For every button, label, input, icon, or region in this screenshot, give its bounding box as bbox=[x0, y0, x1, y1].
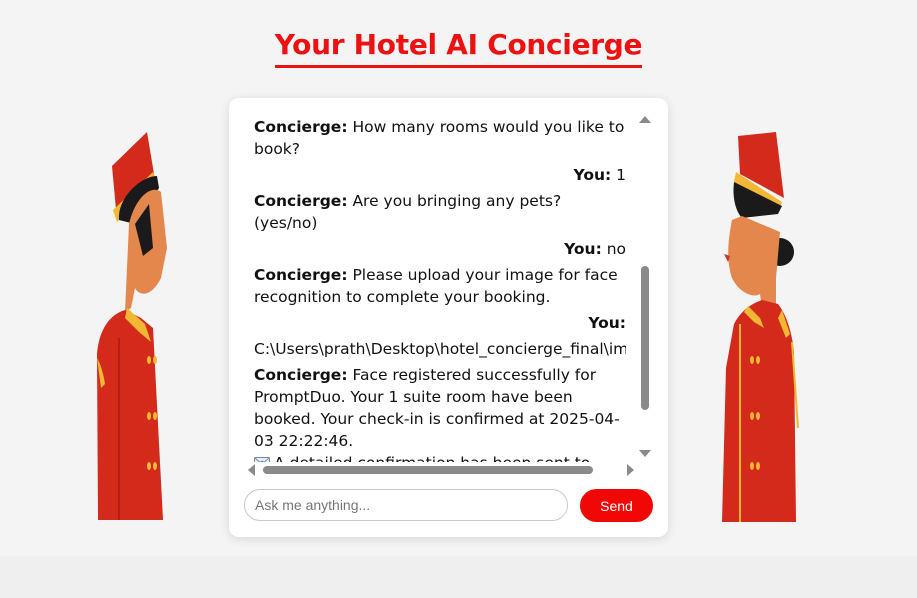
scroll-right-arrow-icon[interactable] bbox=[627, 464, 634, 476]
message-speaker: Concierge: bbox=[254, 266, 348, 284]
scroll-down-arrow-icon[interactable] bbox=[639, 450, 651, 457]
chat-vertical-scrollbar[interactable] bbox=[638, 112, 652, 460]
chat-message-user: You: no bbox=[254, 238, 626, 260]
message-speaker: You: bbox=[573, 166, 612, 184]
message-text: 1 bbox=[611, 166, 626, 184]
message-speaker: Concierge: bbox=[254, 118, 348, 136]
page-footer-band bbox=[0, 556, 917, 598]
concierge-illustration-left bbox=[97, 132, 167, 520]
chat-message-user: You: 1 bbox=[254, 164, 626, 186]
chat-message-bot: Concierge: How many rooms would you like… bbox=[254, 116, 626, 160]
message-speaker: You: bbox=[588, 314, 626, 332]
message-text: C:\Users\prath\Desktop\hotel_concierge_f… bbox=[254, 340, 626, 358]
message-speaker: Concierge: bbox=[254, 192, 348, 210]
chat-log[interactable]: Concierge: How many rooms would you like… bbox=[254, 116, 626, 462]
scroll-up-arrow-icon[interactable] bbox=[639, 116, 651, 123]
chat-message-user-path: C:\Users\prath\Desktop\hotel_concierge_f… bbox=[254, 338, 626, 360]
message-text: no bbox=[601, 240, 626, 258]
chat-horizontal-scrollbar[interactable] bbox=[246, 463, 638, 477]
chat-message-user: You: bbox=[254, 312, 626, 334]
envelope-icon bbox=[254, 457, 270, 462]
chat-card: Concierge: How many rooms would you like… bbox=[229, 98, 668, 537]
scroll-left-arrow-icon[interactable] bbox=[248, 464, 255, 476]
message-speaker: You: bbox=[564, 240, 602, 258]
horizontal-scroll-thumb[interactable] bbox=[263, 466, 593, 474]
vertical-scroll-thumb[interactable] bbox=[641, 266, 649, 410]
chat-input[interactable] bbox=[244, 489, 568, 521]
chat-message-bot: Concierge: Are you bringing any pets? (y… bbox=[254, 190, 626, 234]
message-speaker: Concierge: bbox=[254, 366, 348, 384]
send-button[interactable]: Send bbox=[580, 489, 653, 522]
chat-message-bot: Concierge: Please upload your image for … bbox=[254, 264, 626, 308]
page-header: Your Hotel AI Concierge bbox=[0, 28, 917, 68]
concierge-illustration-right bbox=[722, 132, 799, 522]
page-title: Your Hotel AI Concierge bbox=[274, 28, 643, 68]
message-text-confirmation: A detailed confirmation has been sent to… bbox=[254, 454, 590, 462]
chat-message-bot: Concierge: Face registered successfully … bbox=[254, 364, 626, 462]
